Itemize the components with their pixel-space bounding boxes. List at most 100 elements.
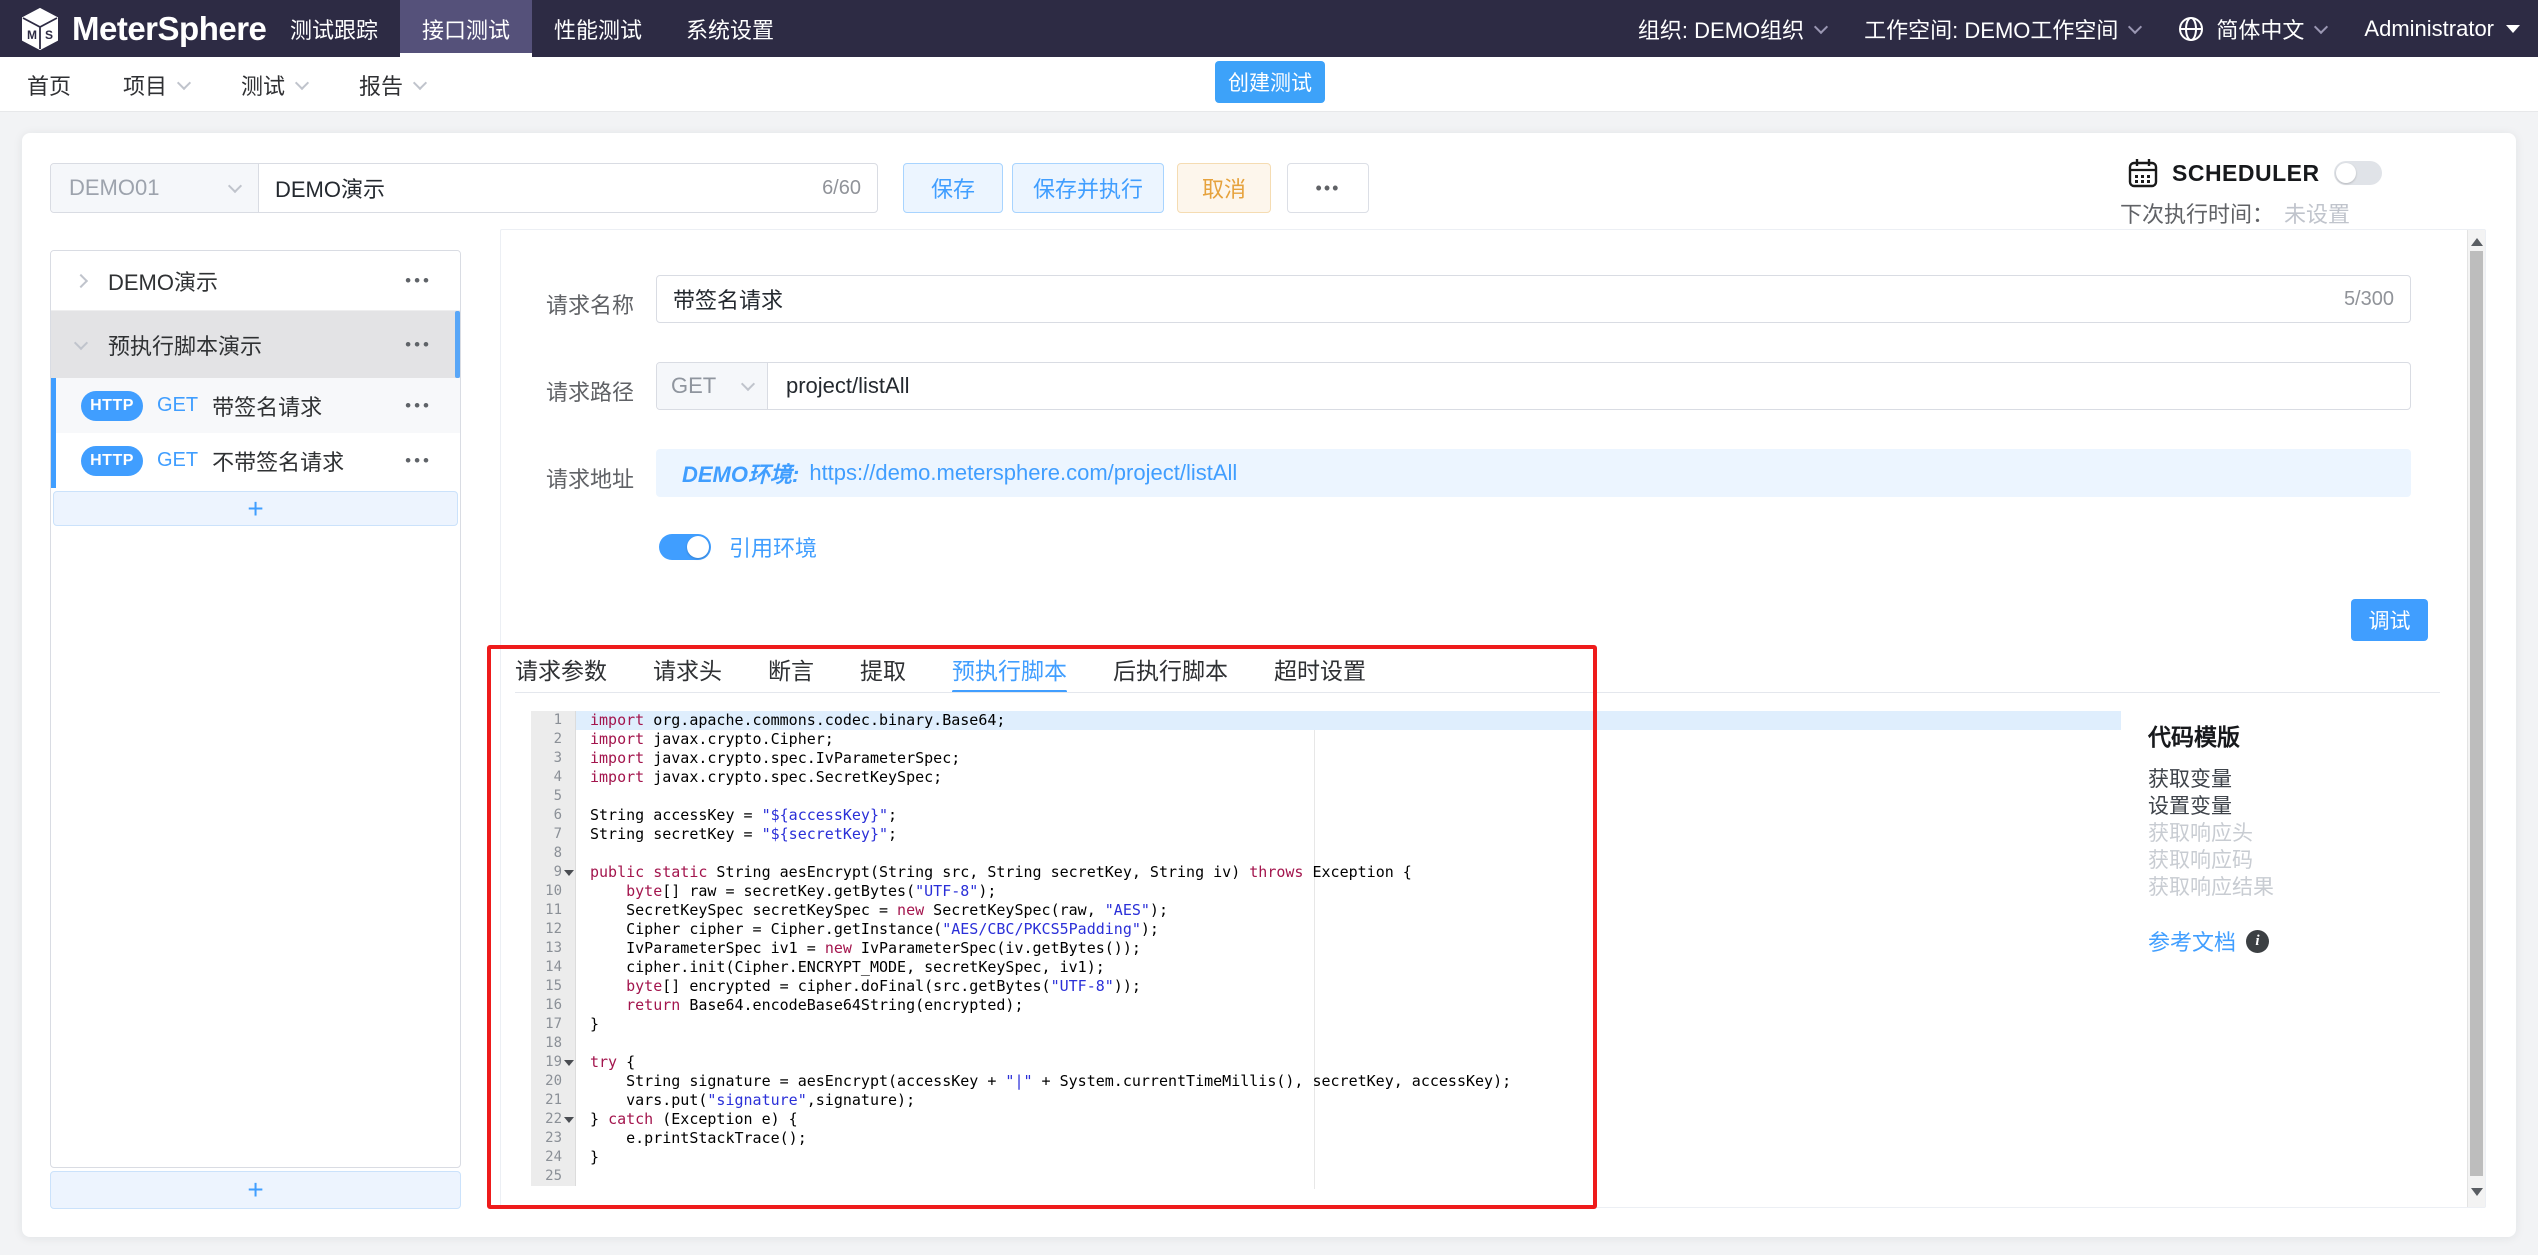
tree-group-demo[interactable]: DEMO演示 •••: [51, 251, 460, 311]
workspace-selector[interactable]: 工作空间: DEMO工作空间: [1864, 13, 2140, 45]
code-line: e.printStackTrace();: [576, 1129, 2121, 1148]
code-editor[interactable]: 1import org.apache.commons.codec.binary.…: [531, 711, 2121, 1189]
save-and-run-button[interactable]: 保存并执行: [1012, 163, 1164, 213]
code-line: [576, 1167, 2121, 1186]
scrollbar-up-arrow[interactable]: [2471, 238, 2483, 246]
editor-line[interactable]: 19try {: [531, 1053, 2121, 1072]
code-template-link-disabled: 获取响应头: [2148, 820, 2468, 847]
line-number: 9: [531, 863, 576, 882]
editor-line[interactable]: 9public static String aesEncrypt(String …: [531, 863, 2121, 882]
language-label: 简体中文: [2216, 13, 2304, 45]
more-menu-icon[interactable]: •••: [405, 271, 432, 291]
editor-line[interactable]: 2import javax.crypto.Cipher;: [531, 730, 2121, 749]
editor-line[interactable]: 25: [531, 1167, 2121, 1186]
request-name-input[interactable]: 带签名请求 5/300: [656, 275, 2411, 323]
request-tree-item[interactable]: HTTPGET不带签名请求•••: [51, 433, 460, 488]
fold-arrow-icon[interactable]: [564, 1117, 574, 1123]
topnav-tab[interactable]: 接口测试: [400, 0, 532, 57]
create-test-button[interactable]: 创建测试: [1215, 61, 1325, 103]
method-select[interactable]: GET: [657, 363, 768, 409]
subnav-item[interactable]: 首页: [27, 69, 71, 101]
editor-line[interactable]: 17}: [531, 1015, 2121, 1034]
code-line: public static String aesEncrypt(String s…: [576, 863, 2121, 882]
user-menu[interactable]: Administrator: [2364, 16, 2520, 42]
editor-line[interactable]: 7String secretKey = "${secretKey}";: [531, 825, 2121, 844]
save-button[interactable]: 保存: [903, 163, 1003, 213]
subnav-item[interactable]: 报告: [359, 69, 425, 101]
editor-line[interactable]: 5: [531, 787, 2121, 806]
editor-line[interactable]: 4import javax.crypto.spec.SecretKeySpec;: [531, 768, 2121, 787]
panel-scrollbar[interactable]: [2467, 230, 2485, 1207]
code-line: byte[] encrypted = cipher.doFinal(src.ge…: [576, 977, 2121, 996]
editor-line[interactable]: 20 String signature = aesEncrypt(accessK…: [531, 1072, 2121, 1091]
debug-button[interactable]: 调试: [2351, 599, 2428, 641]
chevron-right-icon[interactable]: [74, 273, 88, 287]
project-select[interactable]: DEMO01: [51, 164, 259, 212]
code-line: vars.put("signature",signature);: [576, 1091, 2121, 1110]
editor-line[interactable]: 18: [531, 1034, 2121, 1053]
editor-line[interactable]: 22} catch (Exception e) {: [531, 1110, 2121, 1129]
method-label: GET: [157, 449, 198, 472]
editor-line[interactable]: 16 return Base64.encodeBase64String(encr…: [531, 996, 2121, 1015]
tree-group-prescript[interactable]: 预执行脚本演示 •••: [51, 311, 460, 378]
editor-line[interactable]: 1import org.apache.commons.codec.binary.…: [531, 711, 2121, 730]
editor-line[interactable]: 24}: [531, 1148, 2121, 1167]
info-icon[interactable]: i: [2246, 930, 2269, 953]
line-number: 19: [531, 1053, 576, 1072]
editor-line[interactable]: 15 byte[] encrypted = cipher.doFinal(src…: [531, 977, 2121, 996]
request-tab[interactable]: 提取: [860, 649, 906, 692]
fold-arrow-icon[interactable]: [564, 1060, 574, 1066]
subnav-item-label: 报告: [359, 69, 403, 101]
code-template-link[interactable]: 设置变量: [2148, 793, 2468, 820]
editor-line[interactable]: 23 e.printStackTrace();: [531, 1129, 2121, 1148]
code-line: [576, 1034, 2121, 1053]
request-tab[interactable]: 请求参数: [515, 649, 607, 692]
topnav-tab[interactable]: 测试跟踪: [268, 0, 400, 57]
editor-line[interactable]: 14 cipher.init(Cipher.ENCRYPT_MODE, secr…: [531, 958, 2121, 977]
topnav-tab[interactable]: 系统设置: [664, 0, 796, 57]
scheduler-toggle[interactable]: [2334, 161, 2382, 185]
editor-line[interactable]: 21 vars.put("signature",signature);: [531, 1091, 2121, 1110]
request-tab[interactable]: 请求头: [653, 649, 722, 692]
reference-doc-link[interactable]: 参考文档: [2148, 925, 2236, 957]
add-scenario-button[interactable]: +: [50, 1171, 461, 1209]
toggle-knob: [687, 536, 709, 558]
editor-line[interactable]: 3import javax.crypto.spec.IvParameterSpe…: [531, 749, 2121, 768]
scrollbar-thumb[interactable]: [2470, 251, 2483, 1176]
editor-line[interactable]: 8: [531, 844, 2121, 863]
test-name-input[interactable]: DEMO演示 6/60: [259, 164, 877, 212]
fold-arrow-icon[interactable]: [564, 870, 574, 876]
subnav-item[interactable]: 测试: [241, 69, 307, 101]
chevron-down-icon[interactable]: [74, 335, 88, 349]
request-path-input[interactable]: project/listAll: [768, 363, 2410, 409]
scrollbar-down-arrow[interactable]: [2471, 1188, 2483, 1196]
subnav-item[interactable]: 项目: [123, 69, 189, 101]
more-menu-icon[interactable]: •••: [405, 335, 432, 355]
request-tab[interactable]: 超时设置: [1274, 649, 1366, 692]
tree-scrollbar-thumb[interactable]: [455, 311, 460, 378]
request-rows: HTTPGET带签名请求•••HTTPGET不带签名请求•••: [51, 378, 460, 488]
code-line: String signature = aesEncrypt(accessKey …: [576, 1072, 2121, 1091]
add-request-button[interactable]: +: [53, 491, 458, 526]
cancel-button[interactable]: 取消: [1177, 163, 1271, 213]
more-menu-icon[interactable]: •••: [405, 396, 432, 416]
code-template-link[interactable]: 获取变量: [2148, 766, 2468, 793]
request-tab[interactable]: 后执行脚本: [1113, 649, 1228, 692]
language-selector[interactable]: 简体中文: [2178, 13, 2326, 45]
doc-row: 参考文档 i: [2148, 925, 2468, 957]
more-actions-button[interactable]: •••: [1287, 163, 1369, 213]
editor-line[interactable]: 10 byte[] raw = secretKey.getBytes("UTF-…: [531, 882, 2121, 901]
environment-toggle-row: 引用环境: [659, 531, 817, 563]
request-tab[interactable]: 断言: [768, 649, 814, 692]
request-tab[interactable]: 预执行脚本: [952, 649, 1067, 692]
org-selector[interactable]: 组织: DEMO组织: [1638, 13, 1826, 45]
editor-line[interactable]: 6String accessKey = "${accessKey}";: [531, 806, 2121, 825]
editor-line[interactable]: 11 SecretKeySpec secretKeySpec = new Sec…: [531, 901, 2121, 920]
tabs-divider: [515, 692, 2440, 693]
use-environment-toggle[interactable]: [659, 534, 711, 560]
more-menu-icon[interactable]: •••: [405, 451, 432, 471]
editor-line[interactable]: 12 Cipher cipher = Cipher.getInstance("A…: [531, 920, 2121, 939]
request-tree-item[interactable]: HTTPGET带签名请求•••: [51, 378, 460, 433]
topnav-tab[interactable]: 性能测试: [532, 0, 664, 57]
editor-line[interactable]: 13 IvParameterSpec iv1 = new IvParameter…: [531, 939, 2121, 958]
